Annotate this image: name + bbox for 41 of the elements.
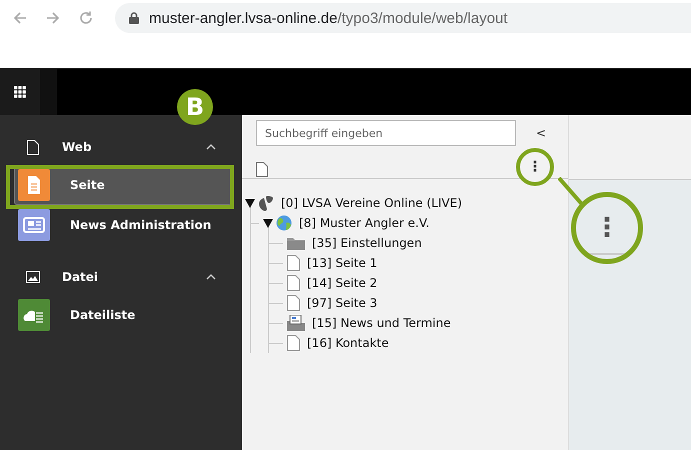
module-group-header[interactable]: Web	[0, 129, 242, 165]
tree-item[interactable]: [97] Seite 3	[307, 296, 378, 310]
page-icon	[287, 335, 300, 351]
news-folder-icon	[287, 315, 305, 331]
tree-item[interactable]: [35] Einstellungen	[312, 236, 422, 250]
image-icon	[26, 271, 40, 283]
expanded-arrow-icon[interactable]	[245, 198, 255, 208]
page-icon	[287, 295, 300, 311]
expanded-arrow-icon[interactable]	[263, 218, 273, 228]
folder-icon	[287, 236, 305, 250]
back-icon[interactable]	[12, 10, 28, 26]
module-group-header[interactable]: Datei	[0, 259, 242, 295]
tree-item[interactable]: [0] LVSA Vereine Online (LIVE)	[281, 196, 462, 210]
tree-item[interactable]: [14] Seite 2	[307, 276, 378, 290]
page-icon	[287, 275, 300, 291]
address-bar[interactable]: muster-angler.lvsa-online.de/typo3/module/web/layout	[115, 3, 691, 33]
url-host: muster-angler.lvsa-online.de	[149, 10, 338, 26]
new-page-icon[interactable]	[256, 162, 268, 176]
grid-icon	[14, 86, 26, 98]
url-path: /typo3/module/web/layout	[337, 10, 508, 26]
collapse-button[interactable]: <	[536, 126, 546, 140]
newspaper-icon	[18, 209, 50, 241]
app-menu-button[interactable]	[0, 69, 57, 115]
search-field[interactable]: Suchbegriff eingeben	[256, 120, 516, 146]
tree-item[interactable]: [13] Seite 1	[307, 256, 378, 270]
tree-item[interactable]: [8] Muster Angler e.V.	[299, 216, 430, 230]
forward-icon[interactable]	[45, 10, 61, 26]
module-item[interactable]: News Administration	[14, 205, 232, 245]
reload-icon[interactable]	[78, 10, 94, 26]
more-button-enlarged: ⋮	[594, 215, 620, 241]
module-item[interactable]: Dateiliste	[14, 295, 232, 335]
page-icon	[26, 140, 40, 154]
cloud-list-icon	[18, 299, 50, 331]
tree-item[interactable]: [15] News und Termine	[312, 316, 451, 330]
tree-item[interactable]: [16] Kontakte	[307, 336, 389, 350]
page-icon	[287, 255, 300, 271]
globe-icon	[276, 215, 292, 231]
typo3-icon	[258, 195, 274, 211]
lock-icon	[129, 12, 139, 24]
more-button[interactable]: ⋮	[516, 148, 554, 186]
document-icon	[18, 169, 50, 201]
